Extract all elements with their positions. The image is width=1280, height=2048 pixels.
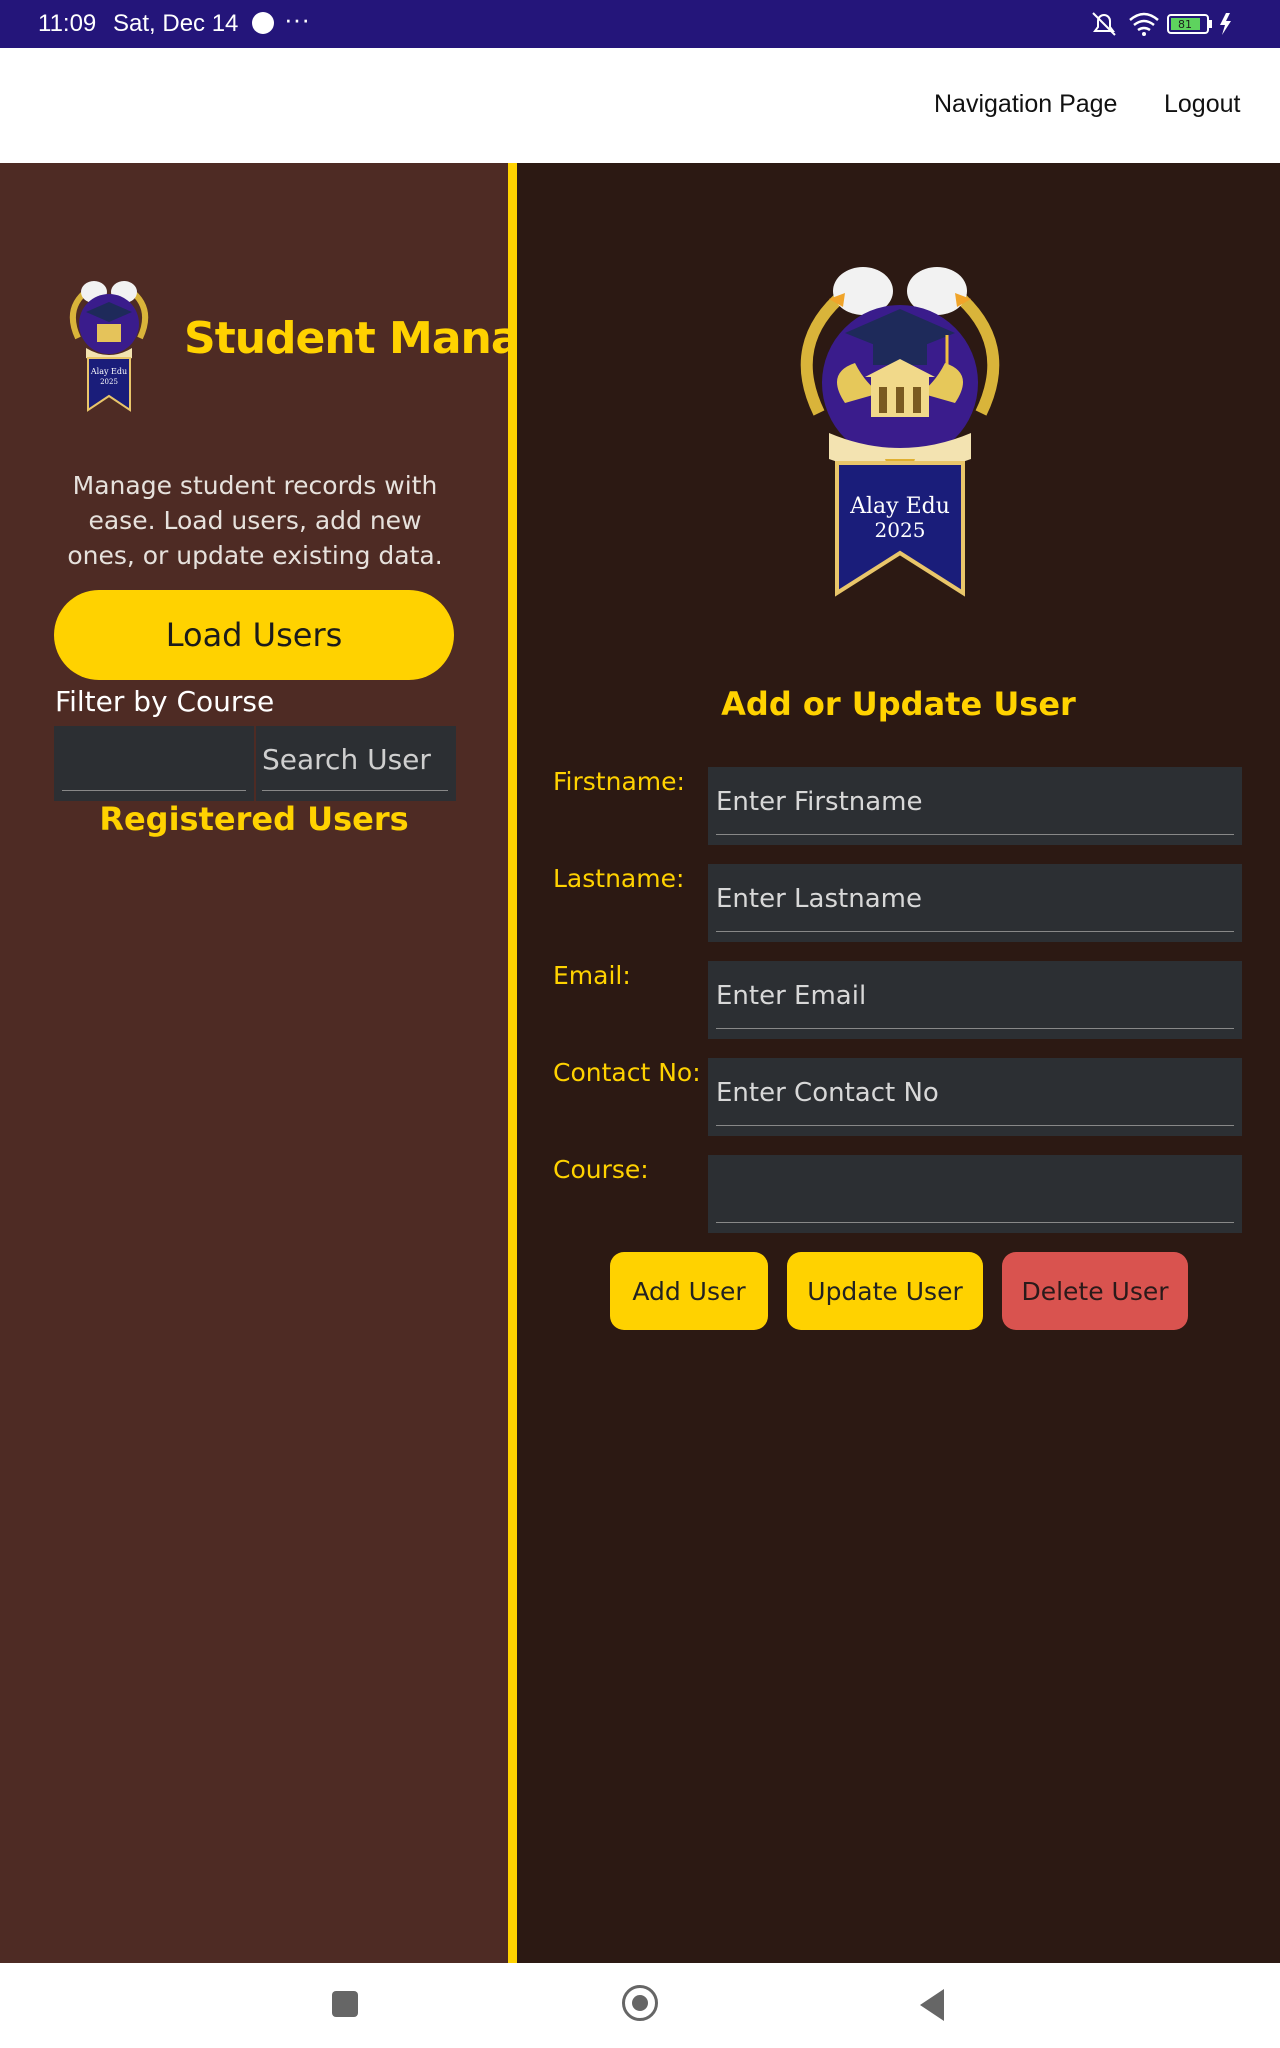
input-underline: [62, 790, 246, 791]
course-label: Course:: [553, 1155, 649, 1184]
charging-icon: [1220, 13, 1231, 35]
lastname-placeholder: Enter Lastname: [716, 884, 922, 914]
input-underline: [716, 834, 1234, 835]
messenger-icon: [252, 12, 274, 34]
contact-no-input[interactable]: Enter Contact No: [708, 1058, 1242, 1136]
form-title: Add or Update User: [721, 685, 1076, 723]
registered-users-heading: Registered Users: [99, 800, 409, 838]
email-placeholder: Enter Email: [716, 981, 867, 1011]
logo-text-line2: 2025: [875, 518, 926, 542]
input-underline: [716, 1125, 1234, 1126]
firstname-input[interactable]: Enter Firstname: [708, 767, 1242, 845]
firstname-label: Firstname:: [553, 767, 685, 796]
home-icon[interactable]: [622, 1985, 658, 2021]
wifi-icon: [1129, 12, 1159, 36]
mute-icon: [1092, 12, 1116, 36]
contact-no-placeholder: Enter Contact No: [716, 1078, 939, 1108]
logo-text-line1: Alay Edu: [90, 367, 127, 376]
back-icon[interactable]: [920, 1989, 944, 2021]
school-logo-small: Alay Edu 2025: [69, 281, 149, 412]
battery-level: 81: [1178, 18, 1192, 31]
email-label: Email:: [553, 961, 631, 990]
firstname-placeholder: Enter Firstname: [716, 787, 923, 817]
lastname-input[interactable]: Enter Lastname: [708, 864, 1242, 942]
delete-user-button[interactable]: Delete User: [1002, 1252, 1188, 1330]
email-input[interactable]: Enter Email: [708, 961, 1242, 1039]
status-time: 11:09: [38, 10, 97, 37]
input-underline: [716, 1028, 1234, 1029]
battery-icon: 81: [1167, 14, 1212, 34]
update-user-button[interactable]: Update User: [787, 1252, 983, 1330]
navigation-page-link[interactable]: Navigation Page: [934, 90, 1117, 119]
load-users-button[interactable]: Load Users: [54, 590, 454, 680]
school-logo-large: Alay Edu 2025: [800, 267, 1000, 597]
logo-text-line2: 2025: [100, 378, 118, 386]
course-input[interactable]: [708, 1155, 1242, 1233]
app-title: Student Management: [184, 313, 508, 364]
status-icons: 81: [1092, 12, 1231, 36]
input-underline: [262, 790, 448, 791]
status-date: Sat, Dec 14: [113, 10, 239, 37]
system-navigation-bar: [0, 1963, 1280, 2048]
recents-icon[interactable]: [332, 1991, 358, 2017]
sidebar-panel: Alay Edu 2025 Student Management Manage …: [0, 163, 508, 1963]
add-user-button[interactable]: Add User: [610, 1252, 768, 1330]
panel-divider: [508, 163, 517, 1963]
filter-by-course-label: Filter by Course: [55, 685, 275, 718]
top-navigation: Navigation Page Logout: [0, 48, 1280, 163]
user-form-panel: Alay Edu 2025 Add or Update User Firstna…: [517, 163, 1280, 1963]
input-underline: [716, 931, 1234, 932]
input-underline: [716, 1222, 1234, 1223]
search-user-placeholder: Search User: [262, 743, 431, 776]
more-notifications-icon: ···: [284, 4, 310, 34]
logout-link[interactable]: Logout: [1164, 90, 1240, 119]
lastname-label: Lastname:: [553, 864, 685, 893]
app-description: Manage student records with ease. Load u…: [67, 471, 443, 570]
course-filter-input[interactable]: [54, 726, 254, 801]
contact-no-label: Contact No:: [553, 1058, 701, 1087]
logo-text-line1: Alay Edu: [849, 494, 950, 519]
status-bar: 11:09 Sat, Dec 14 ··· 81: [0, 0, 1280, 48]
search-user-input[interactable]: Search User: [256, 726, 456, 801]
